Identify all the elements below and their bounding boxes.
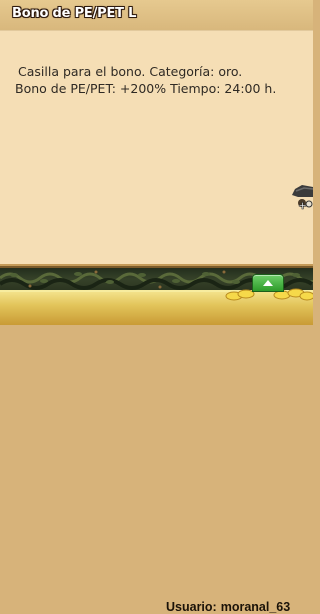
window-title: Bono de PE/PET L bbox=[12, 6, 137, 21]
bonus-description: Casilla para el bono. Categoría: oro. Bo… bbox=[15, 63, 305, 97]
character-sprite: + bbox=[292, 185, 313, 212]
svg-text:+: + bbox=[298, 199, 307, 212]
username: moranal_63 bbox=[220, 600, 291, 614]
user-label: Usuario: moranal_63 bbox=[166, 600, 290, 614]
chevron-up-icon bbox=[263, 280, 273, 286]
window-header: Bono de PE/PET L bbox=[0, 0, 313, 32]
bonus-panel: Casilla para el bono. Categoría: oro. Bo… bbox=[0, 31, 313, 266]
user-prefix: Usuario: bbox=[166, 600, 217, 614]
toggle-panel-button[interactable] bbox=[252, 274, 284, 292]
bonus-details-text: Bono de PE/PET: +200% Tiempo: 24:00 h. bbox=[15, 81, 277, 96]
bonus-slot-text: Casilla para el bono. Categoría: oro. bbox=[18, 64, 243, 79]
